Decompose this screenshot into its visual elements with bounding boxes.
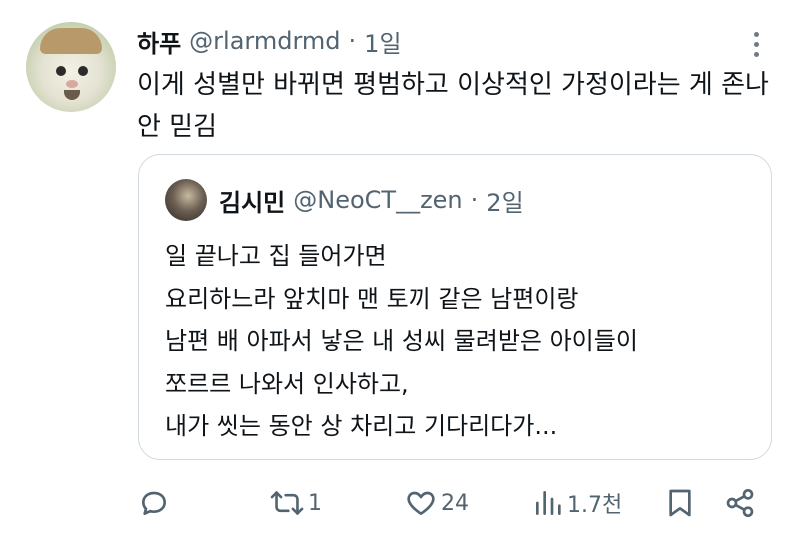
share-icon xyxy=(726,489,754,517)
quoted-author-name: 김시민 xyxy=(219,188,286,217)
heart-icon xyxy=(407,491,435,515)
views-icon xyxy=(536,491,561,515)
quoted-tweet[interactable]: 김시민 @NeoCT__zen · 2일 일 끝나고 집 들어가면 요리하느라 … xyxy=(138,154,772,460)
quoted-text-line: 일 끝나고 집 들어가면 xyxy=(165,242,387,270)
quoted-text-line: 쪼르르 나와서 인사하고, xyxy=(165,369,409,398)
quoted-text-line: 남편 배 아파서 낳은 내 성씨 물려받은 아이들이 xyxy=(165,327,638,355)
quoted-tweet-time: 2일 xyxy=(486,188,524,217)
quoted-text-line: 요리하느라 앞치마 맨 토끼 같은 남편이랑 xyxy=(165,284,579,313)
more-options-button[interactable] xyxy=(742,26,770,62)
more-dot-icon xyxy=(753,51,759,57)
retweet-count: 1 xyxy=(308,490,322,516)
quoted-header-separator: · xyxy=(470,186,479,214)
views-button[interactable]: 1.7천 xyxy=(533,480,622,526)
author-name[interactable]: 하푸 xyxy=(137,24,181,59)
tweet-header: 하푸 @rlarmdrmd · 1일 xyxy=(137,24,402,58)
tweet-actions-bar: 1 24 1.7천 xyxy=(0,480,800,526)
tweet-time[interactable]: 1일 xyxy=(364,24,401,59)
quoted-text-line: 내가 씻는 동안 상 차리고 기다리다가... xyxy=(165,412,558,440)
reply-icon xyxy=(142,491,166,515)
avatar-eye-right xyxy=(78,66,88,76)
retweet-icon xyxy=(270,491,304,515)
tweet-text: 이게 성별만 바뀌면 평범하고 이상적인 가정이라는 게 존나 안 믿김 xyxy=(137,70,769,142)
like-button[interactable]: 24 xyxy=(405,480,469,526)
avatar-mouth xyxy=(64,90,80,100)
bookmark-icon xyxy=(669,489,691,517)
header-separator: · xyxy=(348,27,357,55)
quoted-tweet-header: 김시민 @NeoCT__zen · 2일 xyxy=(219,181,524,219)
quoted-tweet-text: 일 끝나고 집 들어가면 요리하느라 앞치마 맨 토끼 같은 남편이랑 남편 배… xyxy=(165,235,755,448)
author-avatar[interactable] xyxy=(26,22,116,112)
like-count: 24 xyxy=(441,490,469,516)
quoted-author-handle: @NeoCT__zen xyxy=(293,186,463,214)
more-dot-icon xyxy=(753,41,759,47)
quoted-author-avatar[interactable] xyxy=(165,179,207,221)
share-button[interactable] xyxy=(724,480,756,526)
more-dot-icon xyxy=(753,31,759,37)
retweet-button[interactable]: 1 xyxy=(270,480,322,526)
views-count: 1.7천 xyxy=(567,493,623,518)
avatar-eye-left xyxy=(56,66,66,76)
author-handle[interactable]: @rlarmdrmd xyxy=(189,27,340,55)
avatar-nose xyxy=(66,80,78,88)
reply-button[interactable] xyxy=(138,480,170,526)
avatar-cap-shape xyxy=(40,28,102,54)
bookmark-button[interactable] xyxy=(666,480,694,526)
